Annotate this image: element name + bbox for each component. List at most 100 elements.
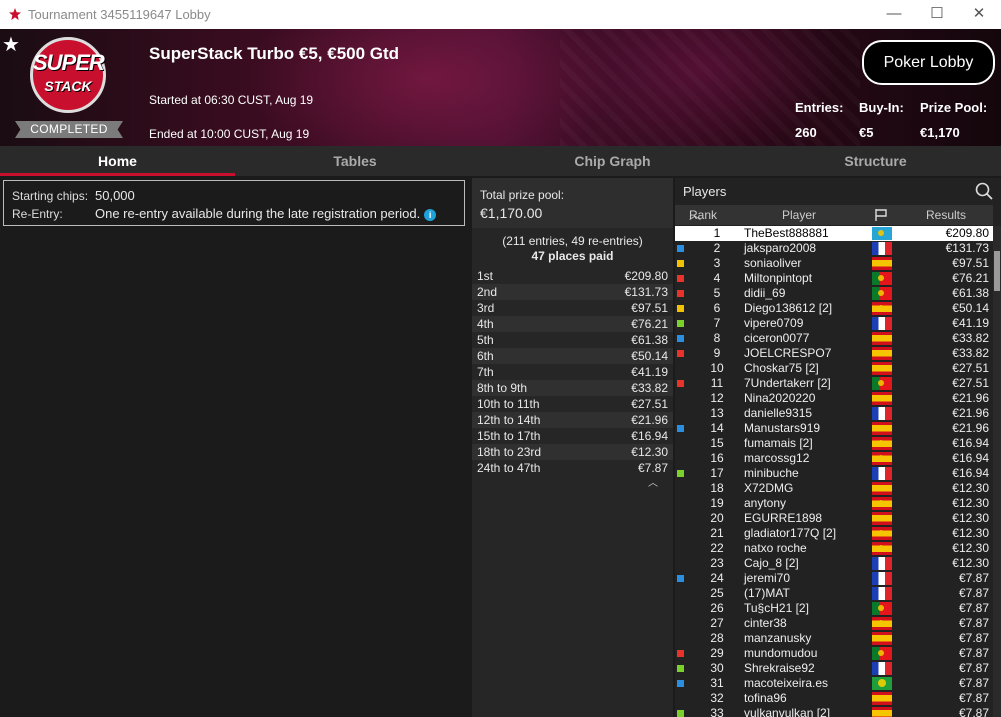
tab-chip-graph[interactable]: Chip Graph [475, 146, 750, 176]
payout-amount: €21.96 [631, 413, 668, 427]
player-row[interactable]: 25 (17)MAT €7.87 [675, 586, 993, 601]
player-row[interactable]: 19 anytony €12.30 [675, 496, 993, 511]
col-player[interactable]: Player [782, 205, 816, 225]
player-note-color-icon [677, 380, 684, 387]
player-row[interactable]: 32 tofina96 €7.87 [675, 691, 993, 706]
player-result: €12.30 [952, 541, 989, 555]
payout-place: 12th to 14th [477, 413, 541, 427]
payout-amount: €61.38 [631, 333, 668, 347]
player-note-color-icon [677, 245, 684, 252]
player-row[interactable]: 26 Tu§cH21 [2] €7.87 [675, 601, 993, 616]
tab-tables[interactable]: Tables [235, 146, 475, 176]
player-row[interactable]: 14 Manustars919 €21.96 [675, 421, 993, 436]
scrollbar-thumb[interactable] [994, 251, 1000, 291]
player-row[interactable]: 8 ciceron0077 €33.82 [675, 331, 993, 346]
player-row[interactable]: 10 Choskar75 [2] €27.51 [675, 361, 993, 376]
reentry-label: Re-Entry: [12, 207, 63, 221]
player-row[interactable]: 33 vulkanvulkan [2] €7.87 [675, 706, 993, 717]
player-row[interactable]: 17 minibuche €16.94 [675, 466, 993, 481]
player-row[interactable]: 7 vipere0709 €41.19 [675, 316, 993, 331]
player-name: anytony [744, 496, 787, 510]
country-flag-icon [872, 677, 892, 690]
payout-place: 18th to 23rd [477, 445, 542, 459]
player-row[interactable]: 3 soniaoliver €97.51 [675, 256, 993, 271]
player-row[interactable]: 2 jaksparo2008 €131.73 [675, 241, 993, 256]
player-name: Diego138612 [2] [744, 301, 833, 315]
player-rank: 5 [713, 286, 721, 300]
badge-text-bottom: STACK [44, 78, 92, 94]
player-row[interactable]: 21 gladiator177Q [2] €12.30 [675, 526, 993, 541]
reentry-value: One re-entry available during the late r… [95, 206, 421, 221]
col-results[interactable]: Results [926, 205, 966, 225]
country-flag-icon [872, 422, 892, 435]
starting-chips-value: 50,000 [95, 188, 135, 203]
player-row[interactable]: 23 Cajo_8 [2] €12.30 [675, 556, 993, 571]
player-result: €16.94 [952, 451, 989, 465]
country-flag-icon [872, 407, 892, 420]
payout-place: 2nd [477, 285, 498, 299]
title-bar: Tournament 3455119647 Lobby — ☐ ✕ [0, 0, 1001, 29]
country-flag-icon [872, 587, 892, 600]
player-result: €76.21 [952, 271, 989, 285]
player-row[interactable]: 4 Miltonpintopt €76.21 [675, 271, 993, 286]
country-flag-icon [872, 302, 892, 315]
player-row[interactable]: 11 7Undertakerr [2] €27.51 [675, 376, 993, 391]
buyin-label: Buy-In: [859, 100, 904, 115]
player-name: vipere0709 [744, 316, 804, 330]
tab-home[interactable]: Home [0, 146, 235, 176]
player-row[interactable]: 31 macoteixeira.es €7.87 [675, 676, 993, 691]
player-row[interactable]: 15 fumamais [2] €16.94 [675, 436, 993, 451]
favorite-star-icon[interactable]: ★ [2, 32, 20, 57]
player-row[interactable]: 13 danielle9315 €21.96 [675, 406, 993, 421]
minimize-button[interactable]: — [872, 3, 916, 25]
country-flag-icon [872, 632, 892, 645]
country-flag-icon [872, 452, 892, 465]
player-row[interactable]: 29 mundomudou €7.87 [675, 646, 993, 661]
player-row[interactable]: 1 TheBest888881 €209.80 [675, 226, 993, 241]
player-rank: 28 [710, 631, 724, 645]
player-row[interactable]: 6 Diego138612 [2] €50.14 [675, 301, 993, 316]
country-flag-icon [872, 272, 892, 285]
player-name: cinter38 [744, 616, 787, 630]
col-flag[interactable] [874, 208, 888, 228]
payout-amount: €16.94 [631, 429, 668, 443]
player-row[interactable]: 9 JOELCRESPO7 €33.82 [675, 346, 993, 361]
close-button[interactable]: ✕ [957, 3, 1001, 25]
players-panel: Players Rank ︿ Player Results 1 TheBest88… [675, 178, 1001, 717]
player-rank: 8 [713, 331, 721, 345]
player-name: Manustars919 [744, 421, 821, 435]
maximize-button[interactable]: ☐ [915, 3, 959, 25]
total-prize-label: Total prize pool: [480, 188, 565, 202]
payout-row: 15th to 17th €16.94 [472, 428, 673, 444]
player-note-color-icon [677, 650, 684, 657]
payout-place: 15th to 17th [477, 429, 541, 443]
player-row[interactable]: 28 manzanusky €7.87 [675, 631, 993, 646]
player-row[interactable]: 20 EGURRE1898 €12.30 [675, 511, 993, 526]
info-icon[interactable]: i [424, 208, 437, 221]
player-rank: 22 [710, 541, 724, 555]
country-flag-icon [872, 497, 892, 510]
tab-structure[interactable]: Structure [750, 146, 1001, 176]
player-name: (17)MAT [744, 586, 790, 600]
player-row[interactable]: 16 marcossg12 €16.94 [675, 451, 993, 466]
player-row[interactable]: 5 didii_69 €61.38 [675, 286, 993, 301]
poker-lobby-button[interactable]: Poker Lobby [862, 40, 995, 85]
payout-place: 1st [477, 269, 494, 283]
payout-row: 6th €50.14 [472, 348, 673, 364]
collapse-chevron-up-icon[interactable]: ︿ [648, 474, 658, 489]
search-icon[interactable] [975, 182, 993, 200]
player-row[interactable]: 12 Nina2020220 €21.96 [675, 391, 993, 406]
player-row[interactable]: 30 Shrekraise92 €7.87 [675, 661, 993, 676]
player-result: €7.87 [958, 706, 989, 717]
players-scrollbar[interactable] [993, 226, 1001, 717]
player-name: TheBest888881 [744, 226, 829, 240]
player-row[interactable]: 18 X72DMG €12.30 [675, 481, 993, 496]
payout-amount: €76.21 [631, 317, 668, 331]
player-row[interactable]: 22 natxo roche €12.30 [675, 541, 993, 556]
player-row[interactable]: 24 jeremi70 €7.87 [675, 571, 993, 586]
player-result: €7.87 [958, 601, 989, 615]
player-rank: 15 [710, 436, 724, 450]
player-row[interactable]: 27 cinter38 €7.87 [675, 616, 993, 631]
player-result: €27.51 [952, 376, 989, 390]
player-rank: 32 [710, 691, 724, 705]
